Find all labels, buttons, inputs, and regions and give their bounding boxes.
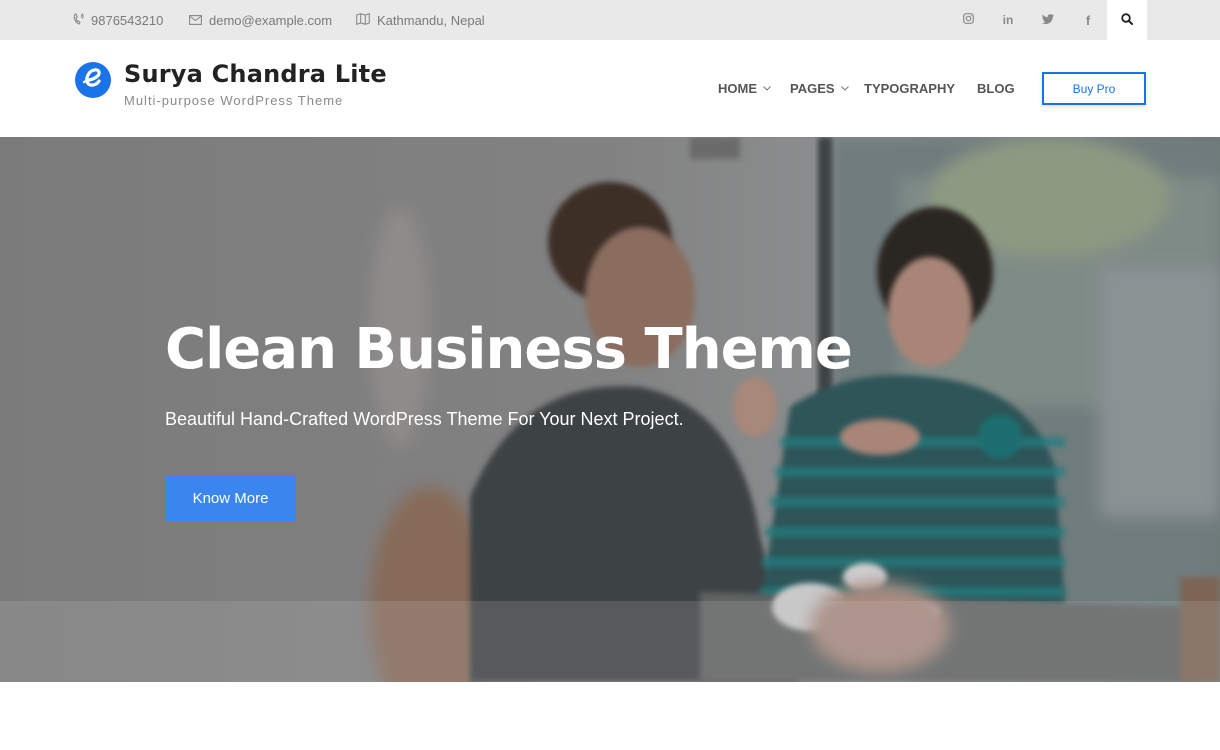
- site-logo[interactable]: [75, 62, 111, 98]
- twitter-icon: [1042, 13, 1054, 27]
- site-header: Surya Chandra Lite Multi-purpose WordPre…: [0, 40, 1220, 137]
- nav-label: PAGES: [790, 80, 835, 96]
- linkedin-link[interactable]: in: [988, 0, 1028, 40]
- contact-email[interactable]: demo@example.com: [189, 0, 332, 40]
- search-button[interactable]: [1107, 0, 1147, 40]
- location-text: Kathmandu, Nepal: [377, 12, 485, 28]
- site-title[interactable]: Surya Chandra Lite: [124, 60, 387, 88]
- hero-title: Clean Business Theme: [165, 317, 853, 382]
- chevron-down-icon: [840, 83, 849, 93]
- contact-location[interactable]: Kathmandu, Nepal: [356, 0, 485, 40]
- hero-bottom-overlay: [0, 601, 1220, 682]
- hero-slider: Clean Business Theme Beautiful Hand-Craf…: [0, 137, 1220, 682]
- facebook-link[interactable]: f: [1068, 0, 1108, 40]
- chevron-down-icon: [763, 83, 771, 93]
- logo-icon: [80, 66, 106, 95]
- nav-label: TYPOGRAPHY: [864, 80, 956, 96]
- buy-pro-button[interactable]: Buy Pro: [1042, 72, 1146, 105]
- linkedin-icon: in: [1002, 13, 1014, 27]
- phone-number: 9876543210: [91, 12, 164, 28]
- nav-item-home[interactable]: HOME: [718, 78, 771, 98]
- nav-item-pages[interactable]: PAGES: [790, 78, 849, 98]
- nav-item-typography[interactable]: TYPOGRAPHY: [864, 78, 955, 98]
- nav-label: HOME: [718, 80, 757, 96]
- twitter-link[interactable]: [1028, 0, 1068, 40]
- hero-subtitle: Beautiful Hand-Crafted WordPress Theme F…: [165, 409, 684, 429]
- nav-item-blog[interactable]: BLOG: [977, 78, 1015, 98]
- map-icon: [356, 12, 370, 28]
- email-address: demo@example.com: [209, 12, 333, 28]
- contact-phone[interactable]: 9876543210: [73, 0, 163, 40]
- nav-label: BLOG: [977, 80, 1015, 96]
- facebook-icon: f: [1085, 12, 1091, 28]
- phone-icon: [73, 12, 84, 28]
- search-icon: [1121, 12, 1133, 28]
- site-tagline: Multi-purpose WordPress Theme: [124, 93, 344, 108]
- instagram-link[interactable]: [948, 0, 988, 40]
- know-more-button[interactable]: Know More: [165, 476, 296, 521]
- instagram-icon: [962, 13, 974, 27]
- envelope-icon: [189, 13, 202, 28]
- top-bar: 9876543210 demo@example.com Kathmandu, N…: [0, 0, 1220, 40]
